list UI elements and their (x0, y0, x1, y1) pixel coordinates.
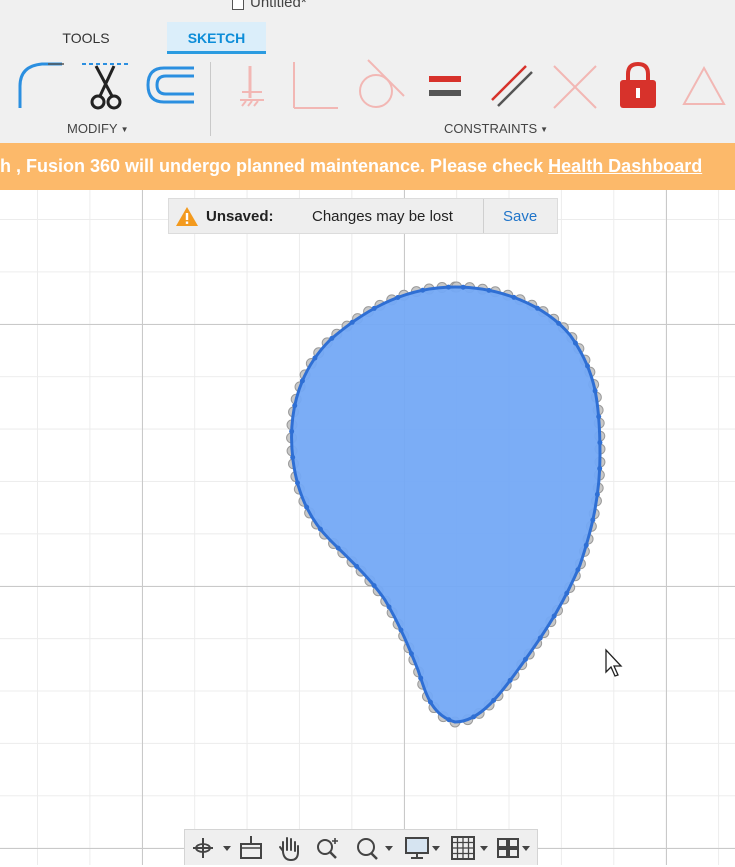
navigation-bar (184, 829, 538, 865)
sketch-point-marker (312, 355, 318, 361)
sketch-point-marker (446, 717, 452, 723)
triangle-icon[interactable] (676, 58, 732, 116)
sketch-point-marker (491, 697, 497, 703)
sketch-point-marker (594, 491, 600, 497)
sketch-point-marker (590, 517, 596, 523)
sketch-spline[interactable] (290, 285, 602, 724)
sketch-point-marker (349, 319, 355, 325)
sketch-point-marker (507, 677, 513, 683)
save-button[interactable]: Save (503, 208, 537, 225)
modify-label: MODIFY (67, 121, 118, 136)
document-icon (232, 0, 244, 10)
sketch-point-marker (294, 480, 300, 486)
document-title-text: Untitled* (250, 0, 307, 11)
sketch-point-marker (596, 414, 602, 420)
sketch-point-marker (371, 305, 377, 311)
sketch-point-marker (335, 545, 341, 551)
sketch-point-marker (304, 504, 310, 510)
health-dashboard-link[interactable]: Health Dashboard (548, 156, 702, 176)
sketch-point-marker (354, 563, 360, 569)
sketch-point-marker (537, 635, 543, 641)
sketch-point-marker (292, 403, 298, 409)
sketch-point-marker (408, 651, 414, 657)
sketch-point-marker (556, 320, 562, 326)
sketch-point-marker (583, 542, 589, 548)
lock-icon[interactable] (610, 58, 666, 116)
sketch-point-marker (575, 567, 581, 573)
unsaved-label: Unsaved: (206, 208, 274, 225)
sketch-point-marker (486, 287, 492, 293)
zoom-icon[interactable] (313, 834, 343, 862)
sketch-point-marker (572, 340, 578, 346)
trim-icon[interactable] (78, 58, 134, 116)
warning-icon (176, 207, 198, 226)
tangent-icon[interactable] (350, 58, 406, 116)
perpendicular-icon[interactable] (548, 58, 604, 116)
look-at-icon[interactable] (237, 834, 267, 862)
mouse-cursor-icon (605, 648, 623, 677)
sketch-point-marker (446, 284, 452, 290)
sketch-point-marker (395, 294, 401, 300)
sketch-point-marker (564, 590, 570, 596)
pan-icon[interactable] (275, 834, 305, 862)
sketch-point-marker (551, 613, 557, 619)
sketch-point-marker (386, 604, 392, 610)
sketch-point-marker (317, 526, 323, 532)
sketch-point-marker (427, 699, 433, 705)
chevron-down-icon: ▼ (540, 125, 549, 135)
sketch-point-marker (398, 627, 404, 633)
sketch-point-marker (460, 284, 466, 290)
offset-icon[interactable] (142, 58, 198, 116)
fillet-icon[interactable] (10, 58, 66, 116)
sketch-profile[interactable] (0, 190, 735, 865)
sketch-canvas[interactable] (0, 190, 735, 865)
sketch-point-marker (511, 294, 517, 300)
constraints-label: CONSTRAINTS (444, 121, 538, 136)
grid-icon[interactable] (449, 834, 493, 862)
banner-text: th , Fusion 360 will undergo planned mai… (0, 156, 544, 176)
sketch-point-marker (585, 363, 591, 369)
sketch-point-marker (371, 583, 377, 589)
sketch-point-marker (522, 656, 528, 662)
sketch-point-marker (420, 287, 426, 293)
sketch-point-marker (329, 335, 335, 341)
tab-sketch[interactable]: SKETCH (167, 22, 266, 54)
toolbar-separator (210, 62, 211, 136)
parallel-icon[interactable] (484, 58, 540, 116)
coincident-icon[interactable] (286, 58, 342, 116)
chevron-down-icon: ▼ (120, 125, 129, 135)
equal-icon[interactable] (418, 58, 474, 116)
sketch-point-marker (592, 388, 598, 394)
sketch-point-marker (597, 440, 603, 446)
document-title: Untitled* (232, 0, 307, 11)
unsaved-message: Changes may be lost (312, 208, 453, 225)
maintenance-banner: th , Fusion 360 will undergo planned mai… (0, 143, 735, 190)
fix-icon[interactable] (224, 58, 280, 116)
toolbar: Untitled* TOOLS SKETCH MODIFY ▼ CONSTRAI… (0, 0, 735, 144)
sketch-point-marker (290, 454, 296, 460)
tab-tools[interactable]: TOOLS (40, 22, 132, 54)
sketch-point-marker (289, 428, 295, 434)
divider (483, 199, 484, 233)
viewports-icon[interactable] (495, 834, 535, 862)
unsaved-notice: Unsaved: Changes may be lost Save (168, 198, 558, 234)
sketch-point-marker (535, 305, 541, 311)
display-settings-icon[interactable] (403, 834, 443, 862)
fit-icon[interactable] (353, 834, 397, 862)
sketch-point-marker (471, 714, 477, 720)
sketch-point-marker (299, 378, 305, 384)
sketch-point-marker (597, 466, 603, 472)
orbit-icon[interactable] (189, 834, 233, 862)
constraints-menu[interactable]: CONSTRAINTS ▼ (444, 121, 548, 136)
sketch-point-marker (418, 675, 424, 681)
modify-menu[interactable]: MODIFY ▼ (67, 121, 128, 136)
